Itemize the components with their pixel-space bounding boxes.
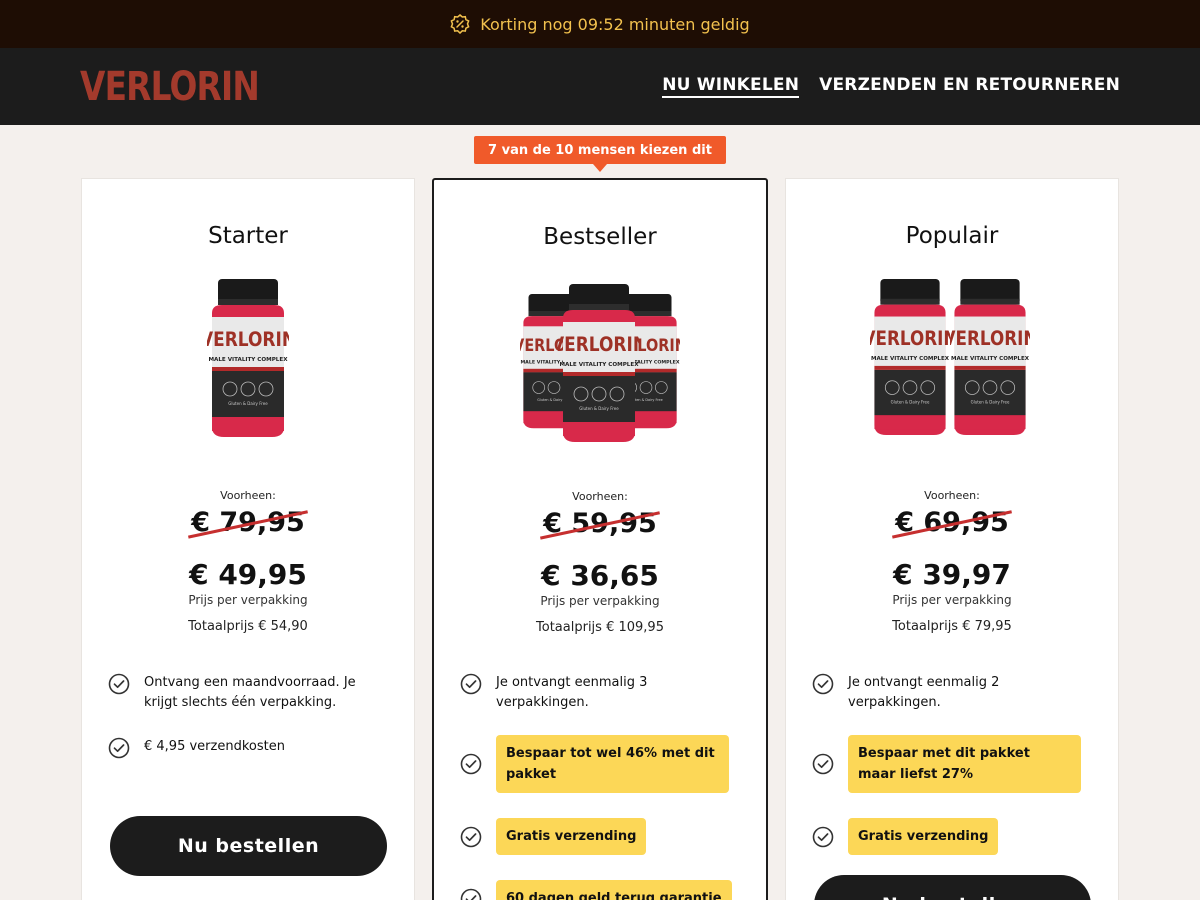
new-price: € 36,65 bbox=[541, 559, 659, 592]
plan-title: Bestseller bbox=[543, 224, 657, 250]
product-image-triple bbox=[434, 284, 766, 444]
check-circle-icon bbox=[108, 737, 130, 759]
popular-choice-ribbon: 7 van de 10 mensen kiezen dit bbox=[474, 136, 726, 172]
plan-card-bestseller: Bestseller Voorheen: € 59,95 € 36,65 Pri… bbox=[432, 178, 768, 900]
feature-highlight: Gratis verzending bbox=[496, 818, 647, 855]
feature-highlight: 60 dagen geld terug garantie bbox=[496, 880, 732, 900]
nav-shop-now[interactable]: NU WINKELEN bbox=[662, 75, 800, 98]
old-price-label: Voorheen: bbox=[220, 489, 276, 502]
check-circle-icon bbox=[460, 888, 482, 900]
plan-title: Populair bbox=[905, 223, 999, 249]
product-image-single bbox=[82, 279, 414, 439]
new-price: € 39,97 bbox=[893, 558, 1011, 591]
nav-shipping-returns[interactable]: VERZENDEN EN RETOURNEREN bbox=[819, 75, 1120, 98]
feature-item: Je ontvangt eenmalig 2 verpakkingen. bbox=[812, 673, 1068, 713]
new-price: € 49,95 bbox=[189, 558, 307, 591]
main-nav: NU WINKELEN VERZENDEN EN RETOURNEREN bbox=[662, 75, 1120, 98]
check-circle-icon bbox=[460, 826, 482, 848]
feature-text: Ontvang een maandvoorraad. Je krijgt sle… bbox=[144, 675, 356, 710]
order-button[interactable]: Nu bestellen bbox=[110, 816, 387, 876]
check-circle-icon bbox=[460, 673, 482, 695]
feature-item: Ontvang een maandvoorraad. Je krijgt sle… bbox=[108, 673, 364, 713]
feature-item: Je ontvangt eenmalig 3 verpakkingen. bbox=[460, 673, 716, 713]
check-circle-icon bbox=[460, 753, 482, 775]
product-bottle-image bbox=[870, 279, 1030, 436]
feature-item: Bespaar met dit pakket maar liefst 27% bbox=[812, 735, 1081, 793]
feature-item: Bespaar tot wel 46% met dit pakket bbox=[460, 735, 729, 793]
plan-card-popular: Populair Voorheen: € 69,95 € 39,97 Prijs… bbox=[785, 178, 1119, 900]
check-circle-icon bbox=[108, 673, 130, 695]
feature-highlight: Bespaar met dit pakket maar liefst 27% bbox=[848, 735, 1081, 793]
check-circle-icon bbox=[812, 753, 834, 775]
price-per-pack-label: Prijs per verpakking bbox=[892, 593, 1012, 607]
feature-highlight: Gratis verzending bbox=[848, 818, 999, 855]
plan-card-starter: Starter Voorheen: € 79,95 € 49,95 Prijs … bbox=[81, 178, 415, 900]
old-price-label: Voorheen: bbox=[924, 489, 980, 502]
brand-logo[interactable]: VERLORIN bbox=[80, 65, 260, 109]
promo-bar: Korting nog 09:52 minuten geldig bbox=[0, 0, 1200, 48]
feature-item: Gratis verzending bbox=[460, 818, 647, 855]
plan-title: Starter bbox=[208, 223, 288, 249]
old-price: € 59,95 bbox=[543, 508, 657, 539]
feature-text: € 4,95 verzendkosten bbox=[144, 739, 285, 754]
site-header: VERLORIN NU WINKELEN VERZENDEN EN RETOUR… bbox=[0, 48, 1200, 125]
feature-text: Je ontvangt eenmalig 3 verpakkingen. bbox=[496, 675, 648, 710]
product-bottle-image bbox=[207, 279, 289, 439]
old-price: € 79,95 bbox=[191, 507, 305, 538]
check-circle-icon bbox=[812, 826, 834, 848]
feature-highlight: Bespaar tot wel 46% met dit pakket bbox=[496, 735, 729, 793]
order-button[interactable]: Nu bestellen bbox=[814, 875, 1091, 900]
price-per-pack-label: Prijs per verpakking bbox=[188, 593, 308, 607]
feature-item: Gratis verzending bbox=[812, 818, 999, 855]
old-price: € 69,95 bbox=[895, 507, 1009, 538]
product-image-double bbox=[786, 279, 1118, 439]
discount-badge-icon bbox=[450, 14, 470, 34]
product-bottle-image bbox=[520, 284, 680, 443]
old-price-label: Voorheen: bbox=[572, 490, 628, 503]
promo-countdown-text: Korting nog 09:52 minuten geldig bbox=[480, 14, 750, 34]
feature-item: € 4,95 verzendkosten bbox=[108, 737, 364, 759]
total-price: Totaalprijs € 54,90 bbox=[188, 619, 308, 634]
total-price: Totaalprijs € 109,95 bbox=[536, 620, 664, 635]
price-per-pack-label: Prijs per verpakking bbox=[540, 594, 660, 608]
total-price: Totaalprijs € 79,95 bbox=[892, 619, 1012, 634]
feature-item: 60 dagen geld terug garantie bbox=[460, 880, 732, 900]
feature-text: Je ontvangt eenmalig 2 verpakkingen. bbox=[848, 675, 1000, 710]
check-circle-icon bbox=[812, 673, 834, 695]
